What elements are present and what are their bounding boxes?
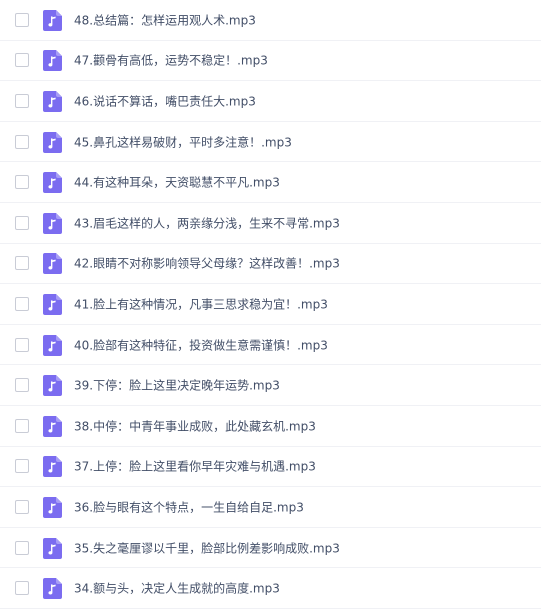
file-row[interactable]: 36.脸与眼有这个特点，一生自给自足.mp3 (0, 487, 541, 528)
audio-file-icon (43, 415, 62, 437)
file-name[interactable]: 43.眉毛这样的人，两亲缘分浅，生来不寻常.mp3 (74, 214, 340, 231)
file-row[interactable]: 48.总结篇：怎样运用观人术.mp3 (0, 0, 541, 41)
audio-file-icon (43, 578, 62, 600)
file-name[interactable]: 48.总结篇：怎样运用观人术.mp3 (74, 11, 256, 28)
audio-file-icon (43, 131, 62, 153)
row-checkbox[interactable] (15, 53, 29, 68)
file-row[interactable]: 34.额与头，决定人生成就的高度.mp3 (0, 568, 541, 609)
file-list: 48.总结篇：怎样运用观人术.mp3 47.颧骨有高低，运势不稳定！.mp3 4… (0, 0, 541, 609)
audio-file-icon (43, 537, 62, 559)
file-row[interactable]: 39.下停：脸上这里决定晚年运势.mp3 (0, 365, 541, 406)
file-name[interactable]: 46.说话不算话，嘴巴责任大.mp3 (74, 92, 256, 109)
row-checkbox[interactable] (15, 134, 29, 149)
file-name[interactable]: 35.失之毫厘谬以千里，脸部比例差影响成败.mp3 (74, 539, 340, 556)
row-checkbox[interactable] (15, 499, 29, 514)
row-checkbox[interactable] (15, 93, 29, 108)
row-checkbox[interactable] (15, 418, 29, 433)
file-row[interactable]: 41.脸上有这种情况，凡事三思求稳为宜！.mp3 (0, 284, 541, 325)
file-name[interactable]: 42.眼睛不对称影响领导父母缘？这样改善！.mp3 (74, 255, 340, 272)
file-row[interactable]: 37.上停：脸上这里看你早年灾难与机遇.mp3 (0, 447, 541, 488)
audio-file-icon (43, 293, 62, 315)
row-checkbox[interactable] (15, 296, 29, 311)
row-checkbox[interactable] (15, 12, 29, 27)
file-name[interactable]: 40.脸部有这种特征，投资做生意需谨慎！.mp3 (74, 336, 328, 353)
audio-file-icon (43, 253, 62, 275)
file-name[interactable]: 34.额与头，决定人生成就的高度.mp3 (74, 580, 280, 597)
row-checkbox[interactable] (15, 215, 29, 230)
file-name[interactable]: 44.有这种耳朵，天资聪慧不平凡.mp3 (74, 174, 280, 191)
file-name[interactable]: 41.脸上有这种情况，凡事三思求稳为宜！.mp3 (74, 295, 328, 312)
file-name[interactable]: 45.鼻孔这样易破财，平时多注意！.mp3 (74, 133, 292, 150)
file-row[interactable]: 45.鼻孔这样易破财，平时多注意！.mp3 (0, 122, 541, 163)
row-checkbox[interactable] (15, 540, 29, 555)
row-checkbox[interactable] (15, 256, 29, 271)
audio-file-icon (43, 375, 62, 397)
file-row[interactable]: 43.眉毛这样的人，两亲缘分浅，生来不寻常.mp3 (0, 203, 541, 244)
row-checkbox[interactable] (15, 175, 29, 190)
audio-file-icon (43, 172, 62, 194)
audio-file-icon (43, 496, 62, 518)
file-row[interactable]: 38.中停：中青年事业成败，此处藏玄机.mp3 (0, 406, 541, 447)
file-row[interactable]: 40.脸部有这种特征，投资做生意需谨慎！.mp3 (0, 325, 541, 366)
file-row[interactable]: 35.失之毫厘谬以千里，脸部比例差影响成败.mp3 (0, 528, 541, 569)
file-name[interactable]: 37.上停：脸上这里看你早年灾难与机遇.mp3 (74, 458, 316, 475)
audio-file-icon (43, 90, 62, 112)
audio-file-icon (43, 334, 62, 356)
audio-file-icon (43, 456, 62, 478)
audio-file-icon (43, 212, 62, 234)
file-row[interactable]: 47.颧骨有高低，运势不稳定！.mp3 (0, 41, 541, 82)
file-name[interactable]: 47.颧骨有高低，运势不稳定！.mp3 (74, 52, 268, 69)
file-rows: 48.总结篇：怎样运用观人术.mp3 47.颧骨有高低，运势不稳定！.mp3 4… (0, 0, 541, 609)
file-name[interactable]: 39.下停：脸上这里决定晚年运势.mp3 (74, 377, 280, 394)
row-checkbox[interactable] (15, 378, 29, 393)
row-checkbox[interactable] (15, 459, 29, 474)
row-checkbox[interactable] (15, 581, 29, 596)
row-checkbox[interactable] (15, 337, 29, 352)
file-row[interactable]: 46.说话不算话，嘴巴责任大.mp3 (0, 81, 541, 122)
file-name[interactable]: 38.中停：中青年事业成败，此处藏玄机.mp3 (74, 417, 316, 434)
audio-file-icon (43, 50, 62, 72)
file-row[interactable]: 42.眼睛不对称影响领导父母缘？这样改善！.mp3 (0, 244, 541, 285)
file-name[interactable]: 36.脸与眼有这个特点，一生自给自足.mp3 (74, 498, 304, 515)
file-row[interactable]: 44.有这种耳朵，天资聪慧不平凡.mp3 (0, 162, 541, 203)
audio-file-icon (43, 9, 62, 31)
